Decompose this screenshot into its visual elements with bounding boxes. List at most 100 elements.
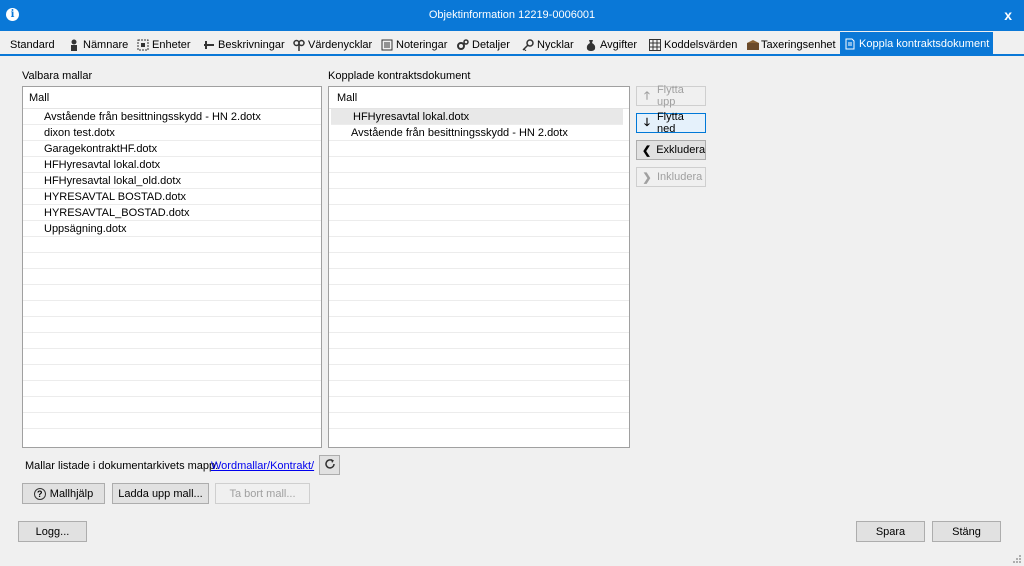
empty-row xyxy=(329,221,629,237)
empty-row xyxy=(329,285,629,301)
empty-row xyxy=(329,349,629,365)
empty-row xyxy=(329,397,629,413)
button-label: Flytta ned xyxy=(656,111,684,135)
list-item[interactable]: HFHyresavtal lokal.dotx xyxy=(23,157,321,173)
upload-template-button[interactable]: Ladda upp mall... xyxy=(112,483,209,504)
button-label: Flytta upp xyxy=(656,84,684,108)
refresh-icon xyxy=(324,458,336,473)
tab-label: Taxeringsenhet xyxy=(761,39,836,51)
person-icon xyxy=(68,39,80,51)
available-templates-list[interactable]: Mall Avstående från besittningsskydd - H… xyxy=(22,86,322,448)
empty-row xyxy=(329,157,629,173)
refresh-button[interactable] xyxy=(319,455,340,475)
tab-label: Avgifter xyxy=(600,39,638,51)
arrow-up-icon: 🡑 xyxy=(644,89,650,102)
move-down-button[interactable]: 🡓 Flytta ned xyxy=(636,111,706,135)
tab-avgifter[interactable]: Avgifter xyxy=(581,34,641,56)
tab-label: Noteringar xyxy=(396,39,448,51)
list-item[interactable]: Avstående från besittningsskydd - HN 2.d… xyxy=(329,125,629,141)
tab-noteringar[interactable]: Noteringar xyxy=(377,34,451,56)
button-label: Exkludera xyxy=(656,144,706,156)
resize-grip-icon[interactable] xyxy=(1012,554,1022,564)
list-item[interactable]: HYRESAVTAL BOSTAD.dotx xyxy=(23,189,321,205)
tab-namnare[interactable]: Nämnare xyxy=(64,34,132,56)
empty-row xyxy=(23,317,321,333)
money-bag-icon xyxy=(585,39,597,51)
tab-label: Värdenycklar xyxy=(308,39,373,51)
empty-row xyxy=(23,285,321,301)
button-label: Inkludera xyxy=(657,171,703,183)
gears-icon xyxy=(457,39,469,51)
empty-row xyxy=(23,269,321,285)
tab-label: Nämnare xyxy=(83,39,129,51)
tab-bar: Standard Nämnare Enheter Beskrivningar V… xyxy=(0,31,1024,56)
tab-label: Standard xyxy=(10,39,55,51)
tab-taxeringsenhet[interactable]: Taxeringsenhet xyxy=(742,34,840,56)
empty-row xyxy=(23,381,321,397)
tab-label: Detaljer xyxy=(472,39,510,51)
empty-row xyxy=(329,141,629,157)
list-item-selected[interactable]: HFHyresavtal lokal.dotx xyxy=(331,109,623,125)
tab-beskrivningar[interactable]: Beskrivningar xyxy=(199,34,289,56)
empty-row xyxy=(329,301,629,317)
empty-row xyxy=(23,365,321,381)
empty-row xyxy=(329,237,629,253)
close-window-button[interactable]: x xyxy=(1004,7,1012,23)
close-button[interactable]: Stäng xyxy=(932,521,1001,542)
tab-label: Beskrivningar xyxy=(218,39,285,51)
template-help-button[interactable]: ? Mallhjälp xyxy=(22,483,105,504)
column-header[interactable]: Mall xyxy=(329,87,629,109)
folder-link[interactable]: Wordmallar/Kontrakt/ xyxy=(211,460,314,472)
tab-label: Koddelsvärden xyxy=(664,39,738,51)
list-item[interactable]: Uppsägning.dotx xyxy=(23,221,321,237)
empty-row xyxy=(23,301,321,317)
notes-icon xyxy=(381,39,393,51)
tab-label: Koppla kontraktsdokument xyxy=(859,38,990,50)
empty-row xyxy=(329,269,629,285)
value-key-icon xyxy=(293,39,305,51)
log-button[interactable]: Logg... xyxy=(18,521,87,542)
list-item[interactable]: dixon test.dotx xyxy=(23,125,321,141)
tab-koppla-kontraktsdokument[interactable]: Koppla kontraktsdokument xyxy=(840,32,994,56)
empty-row xyxy=(23,397,321,413)
tab-nycklar[interactable]: Nycklar xyxy=(518,34,578,56)
document-link-icon xyxy=(844,38,856,50)
chevron-right-icon: ❯ xyxy=(642,171,652,184)
empty-row xyxy=(329,365,629,381)
linked-documents-list[interactable]: Mall HFHyresavtal lokal.dotx Avstående f… xyxy=(328,86,630,448)
button-label: Mallhjälp xyxy=(49,487,94,500)
empty-row xyxy=(329,381,629,397)
grid-icon xyxy=(649,39,661,51)
tax-icon xyxy=(746,39,759,51)
remove-template-button[interactable]: Ta bort mall... xyxy=(215,483,310,504)
tab-standard[interactable]: Standard xyxy=(6,34,59,56)
title-bar: i Objektinformation 12219-0006001 x xyxy=(0,0,1024,31)
empty-row xyxy=(23,413,321,429)
tab-detaljer[interactable]: Detaljer xyxy=(453,34,514,56)
window-title: Objektinformation 12219-0006001 xyxy=(428,9,596,21)
tab-enheter[interactable]: Enheter xyxy=(133,34,195,56)
save-button[interactable]: Spara xyxy=(856,521,925,542)
help-icon: ? xyxy=(33,487,46,500)
units-icon xyxy=(137,39,149,51)
tab-label: Nycklar xyxy=(537,39,574,51)
pen-icon xyxy=(203,39,215,51)
column-header[interactable]: Mall xyxy=(23,87,321,109)
list-item[interactable]: Avstående från besittningsskydd - HN 2.d… xyxy=(23,109,321,125)
empty-row xyxy=(329,333,629,349)
list-item[interactable]: HFHyresavtal lokal_old.dotx xyxy=(23,173,321,189)
chevron-left-icon: ❮ xyxy=(642,144,652,157)
tab-koddelsvarden[interactable]: Koddelsvärden xyxy=(645,34,741,56)
list-item[interactable]: GaragekontraktHF.dotx xyxy=(23,141,321,157)
available-templates-label: Valbara mallar xyxy=(22,70,93,82)
folder-label: Mallar listade i dokumentarkivets mapp: xyxy=(25,460,219,472)
empty-row xyxy=(329,205,629,221)
exclude-button[interactable]: ❮ Exkludera xyxy=(636,140,706,160)
empty-row xyxy=(329,189,629,205)
arrow-down-icon: 🡓 xyxy=(644,116,650,129)
list-item[interactable]: HYRESAVTAL_BOSTAD.dotx xyxy=(23,205,321,221)
linked-documents-label: Kopplade kontraktsdokument xyxy=(328,70,471,82)
include-button[interactable]: ❯ Inkludera xyxy=(636,167,706,187)
move-up-button[interactable]: 🡑 Flytta upp xyxy=(636,84,706,108)
tab-vardenycklar[interactable]: Värdenycklar xyxy=(289,34,376,56)
